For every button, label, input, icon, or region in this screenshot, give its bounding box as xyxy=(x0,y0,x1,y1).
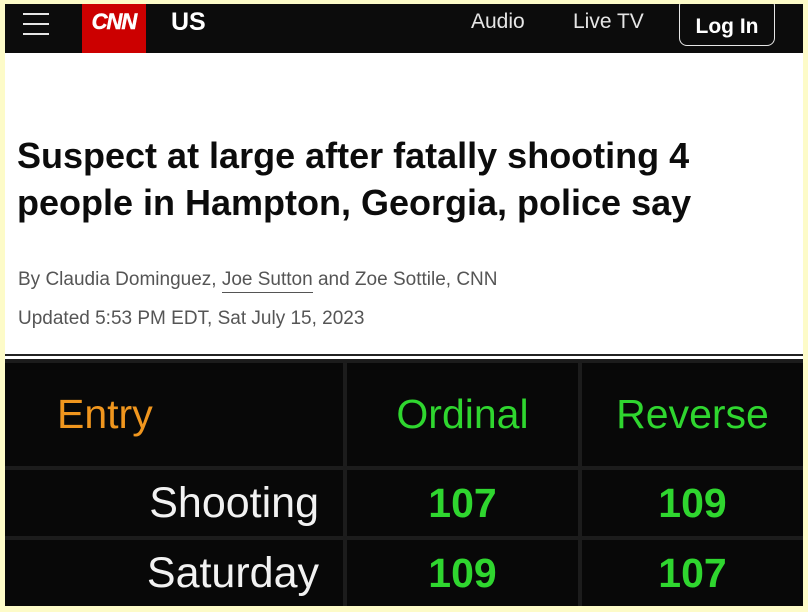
author-link[interactable]: Joe Sutton xyxy=(221,269,313,293)
divider xyxy=(5,354,803,356)
byline-suffix: and Zoe Sottile, CNN xyxy=(312,269,498,290)
article-headline: Suspect at large after fatally shooting … xyxy=(17,135,692,223)
nav-link-audio[interactable]: Audio xyxy=(471,10,525,34)
entry-word: Saturday xyxy=(5,540,343,606)
logo-text: CNN xyxy=(91,9,137,35)
ordinal-value: 107 xyxy=(347,470,578,536)
entry-word: Shooting xyxy=(5,470,343,536)
byline: By Claudia Dominguez, Joe Sutton and Zoe… xyxy=(18,269,498,293)
gematria-table: Entry Ordinal Reverse Shooting 107 109 S… xyxy=(5,359,803,606)
header-reverse: Reverse xyxy=(582,363,803,466)
ordinal-value: 109 xyxy=(347,540,578,606)
updated-timestamp: Updated 5:53 PM EDT, Sat July 15, 2023 xyxy=(18,308,365,329)
reverse-value: 109 xyxy=(582,470,803,536)
reverse-value: 107 xyxy=(582,540,803,606)
header-entry: Entry xyxy=(5,363,343,466)
top-nav-bar: CNN US Audio Live TV Log In xyxy=(5,4,803,53)
login-button[interactable]: Log In xyxy=(679,4,775,46)
header-ordinal: Ordinal xyxy=(347,363,578,466)
cnn-logo[interactable]: CNN xyxy=(82,4,146,53)
menu-icon[interactable] xyxy=(23,13,49,35)
screenshot-frame: CNN US Audio Live TV Log In Suspect at l… xyxy=(5,4,803,606)
section-label[interactable]: US xyxy=(171,8,206,37)
nav-link-live-tv[interactable]: Live TV xyxy=(573,10,644,34)
byline-prefix: By Claudia Dominguez, xyxy=(18,269,222,290)
